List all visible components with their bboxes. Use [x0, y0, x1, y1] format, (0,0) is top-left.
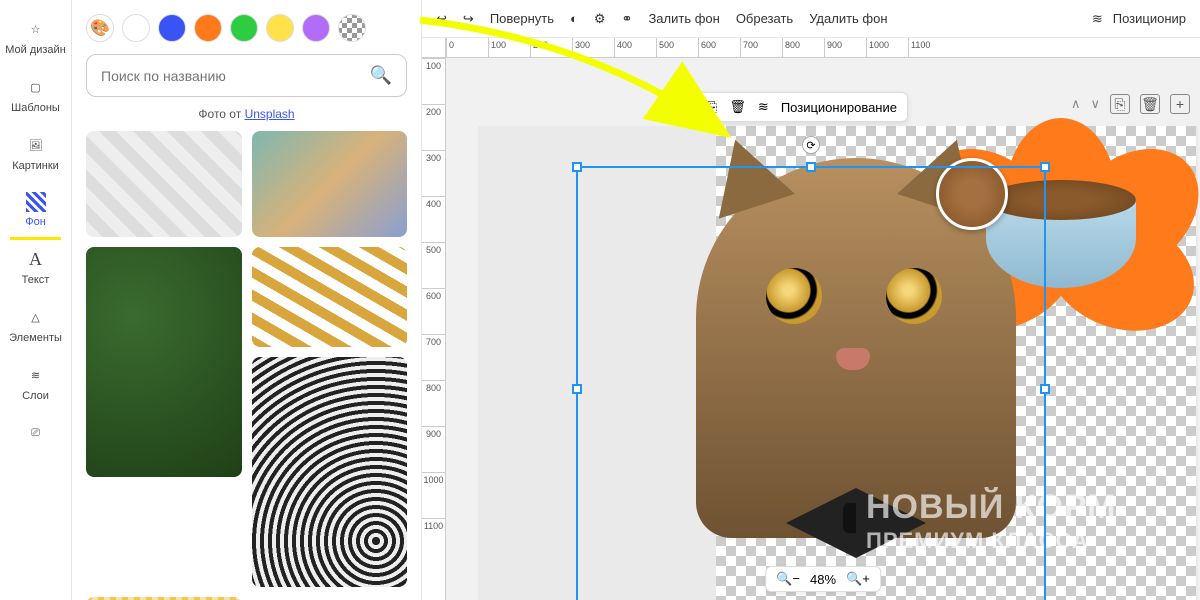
rail-images[interactable]: 🖼 Картинки [0, 124, 71, 182]
ruler-vertical: 10020030040050060070080090010001100 [422, 58, 446, 600]
delete-button[interactable]: 🗑 [1140, 94, 1160, 114]
search-icon[interactable]: 🔍 [370, 65, 392, 86]
workspace[interactable]: 010020030040050060070080090010001100 100… [422, 38, 1200, 600]
zoom-control: 🔍− 48% 🔍+ [765, 566, 881, 592]
swatch-white[interactable] [122, 14, 150, 42]
ruler-horizontal: 010020030040050060070080090010001100 [446, 38, 1200, 58]
swatch-green[interactable] [230, 14, 258, 42]
background-search[interactable]: 🔍 [86, 54, 407, 97]
photo-credit: Фото от Unsplash [86, 97, 407, 131]
handle-tl[interactable] [572, 162, 582, 172]
layers-icon: ≋ [25, 364, 47, 386]
remove-bg-button[interactable]: Удалить фон [809, 11, 887, 26]
bg-thumb-2[interactable] [252, 131, 408, 237]
left-tool-rail: ☆ Мой дизайн ▢ Шаблоны 🖼 Картинки Фон A … [0, 0, 72, 600]
delete-icon[interactable]: 🗑 [729, 99, 746, 115]
layers-icon[interactable]: ≋ [758, 99, 769, 115]
crop-button[interactable]: Обрезать [736, 11, 793, 26]
bg-thumb-1[interactable] [86, 131, 242, 237]
layer-order-controls: ∧ ∨ ⎘ 🗑 + [1071, 94, 1190, 114]
bg-thumb-3[interactable] [86, 247, 242, 477]
color-swatch-row: 🎨 [86, 10, 407, 54]
swatch-purple[interactable] [302, 14, 330, 42]
elements-icon: △ [25, 306, 47, 328]
background-grid [86, 131, 407, 600]
rail-label: Мой дизайн [5, 44, 66, 56]
rail-text[interactable]: A Текст [0, 238, 71, 296]
add-button[interactable]: + [1170, 94, 1190, 114]
rail-label: Шаблоны [11, 102, 60, 114]
context-toolbar: ⎘ 🗑 ≋ Позиционирование [696, 92, 908, 122]
move-up-icon[interactable]: ∧ [1071, 96, 1081, 112]
handle-l[interactable] [572, 384, 582, 394]
swatch-yellow[interactable] [266, 14, 294, 42]
ruler-corner [422, 38, 446, 58]
rail-layers[interactable]: ≋ Слои [0, 354, 71, 412]
handle-t[interactable] [806, 162, 816, 172]
rail-more[interactable]: ⎚ [0, 412, 71, 454]
image-icon: 🖼 [25, 134, 47, 156]
text-icon: A [25, 248, 47, 270]
zoom-in-icon[interactable]: 🔍+ [846, 571, 870, 587]
zoom-level: 48% [810, 572, 836, 587]
adjust-icon[interactable]: ⚙ [594, 11, 606, 27]
cluster-icon[interactable]: ⚭ [622, 11, 633, 27]
duplicate-icon[interactable]: ⎘ [707, 99, 717, 115]
canvas-viewport[interactable]: НОВЫЙ КОРМ ПРЕМИУМ КЛАССА ⟳ ⎘ 🗑 ≋ Позици… [446, 58, 1200, 600]
color-picker-button[interactable]: 🎨 [86, 14, 114, 42]
canvas-area: ↩ ↪ Повернуть ◐ ⚙ ⚭ Залить фон Обрезать … [422, 0, 1200, 600]
ctx-position-button[interactable]: Позиционирование [781, 100, 897, 115]
duplicate-button[interactable]: ⎘ [1110, 94, 1130, 114]
rail-label: Элементы [9, 332, 62, 344]
bg-thumb-4[interactable] [252, 247, 408, 347]
more-icon: ⎚ [25, 422, 47, 444]
star-icon: ☆ [25, 18, 47, 40]
rail-label: Слои [22, 390, 49, 402]
rail-templates[interactable]: ▢ Шаблоны [0, 66, 71, 124]
swatch-blue[interactable] [158, 14, 186, 42]
layers-icon[interactable]: ≋ [1092, 11, 1103, 27]
handle-r[interactable] [1040, 384, 1050, 394]
fill-bg-button[interactable]: Залить фон [648, 11, 719, 26]
rotate-handle[interactable]: ⟳ [802, 136, 820, 154]
search-input[interactable] [101, 68, 360, 84]
rotate-button[interactable]: Повернуть [490, 11, 554, 26]
handle-tr[interactable] [1040, 162, 1050, 172]
background-panel: 🎨 🔍 Фото от Unsplash [72, 0, 422, 600]
rail-label: Текст [22, 274, 50, 286]
bg-thumb-5[interactable] [252, 357, 408, 587]
undo-button[interactable]: ↩ [436, 11, 447, 27]
template-icon: ▢ [25, 76, 47, 98]
contrast-icon[interactable]: ◐ [570, 11, 578, 26]
rail-label: Фон [25, 216, 46, 228]
background-icon [26, 192, 46, 212]
rail-elements[interactable]: △ Элементы [0, 296, 71, 354]
rail-my-design[interactable]: ☆ Мой дизайн [0, 8, 71, 66]
rail-background[interactable]: Фон [0, 182, 71, 238]
zoom-out-icon[interactable]: 🔍− [776, 571, 800, 587]
redo-button[interactable]: ↪ [463, 11, 474, 27]
unsplash-link[interactable]: Unsplash [245, 107, 295, 121]
move-down-icon[interactable]: ∨ [1090, 96, 1100, 112]
top-toolbar: ↩ ↪ Повернуть ◐ ⚙ ⚭ Залить фон Обрезать … [422, 0, 1200, 38]
swatch-orange[interactable] [194, 14, 222, 42]
position-button[interactable]: Позиционир [1113, 11, 1186, 26]
swatch-transparent[interactable] [338, 14, 366, 42]
selection-box[interactable]: ⟳ [576, 166, 1046, 600]
rail-label: Картинки [12, 160, 59, 172]
